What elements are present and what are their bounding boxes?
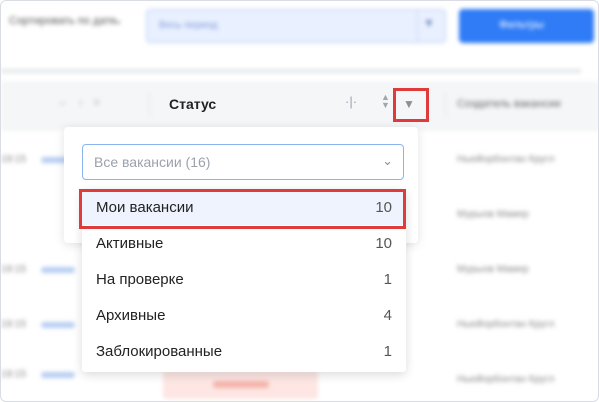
option-label: Заблокированные xyxy=(96,343,223,360)
resize-horizontal-icon[interactable]: ·|· xyxy=(345,94,357,109)
filter-icon-highlight xyxy=(393,88,429,122)
option-blocked[interactable]: Заблокированные 1 xyxy=(82,333,406,369)
row-link[interactable] xyxy=(41,322,75,328)
creator-cell: Мурыов Мамер xyxy=(457,209,529,220)
sort-select[interactable]: Сортировать по дате xyxy=(9,15,116,27)
row-time: 19:15 xyxy=(1,319,27,330)
row-link[interactable] xyxy=(41,267,75,273)
column-separator xyxy=(149,93,150,117)
creator-cell: Ньюйорбонтан Кругл xyxy=(457,319,555,330)
status-select-value: Все вакансии (16) xyxy=(94,154,211,170)
option-count: 4 xyxy=(383,307,392,324)
creator-cell: Ньюйорбонтан Кругл xyxy=(457,154,555,165)
option-label: Архивные xyxy=(96,307,166,324)
top-toolbar: Сортировать по дате ⌄ Весь период ▼ Филь… xyxy=(1,1,598,49)
column-separator xyxy=(445,93,446,117)
option-label: Активные xyxy=(96,235,164,252)
status-badge xyxy=(163,371,318,399)
status-select[interactable]: Все вакансии (16) ⌄ xyxy=(82,144,404,180)
creator-cell: Мурыов Мамер xyxy=(457,264,529,275)
row-time: 19:15 xyxy=(1,369,27,380)
option-count: 1 xyxy=(383,343,392,360)
filter-icon[interactable]: ▼ xyxy=(423,16,435,30)
creator-cell: Ньюйорбонтан Кругл xyxy=(457,374,555,385)
option-archived[interactable]: Архивные 4 xyxy=(82,297,406,333)
option-label: На проверке xyxy=(96,271,184,288)
status-column-title: Статус xyxy=(169,96,217,112)
app-window: Сортировать по дате ⌄ Весь период ▼ Филь… xyxy=(0,0,599,402)
chevron-down-icon: ⌄ xyxy=(382,153,393,168)
option-on-review[interactable]: На проверке 1 xyxy=(82,261,406,297)
filters-button[interactable]: Фильтры xyxy=(459,9,594,43)
row-link[interactable] xyxy=(41,372,75,378)
option-highlight xyxy=(79,189,406,229)
divider xyxy=(1,69,581,73)
divider xyxy=(417,10,418,42)
period-placeholder: Весь период xyxy=(159,20,218,31)
option-count: 1 xyxy=(383,271,392,288)
option-active[interactable]: Активные 10 xyxy=(82,225,406,261)
row-time: 19:15 xyxy=(1,264,27,275)
row-time: 19:15 xyxy=(1,154,27,165)
header-tools-icon: ⇔↕≡ xyxy=(57,97,110,109)
chevron-down-icon: ⌄ xyxy=(113,13,124,27)
filters-button-label: Фильтры xyxy=(499,19,544,31)
option-count: 10 xyxy=(375,235,392,252)
period-input[interactable]: Весь период ▼ xyxy=(146,9,446,43)
sort-icon[interactable]: ▲ ▼ xyxy=(381,93,390,110)
creator-column-title: Создатель вакансии xyxy=(457,98,561,110)
table-header: ⇔↕≡ Создатель вакансии xyxy=(1,81,598,130)
